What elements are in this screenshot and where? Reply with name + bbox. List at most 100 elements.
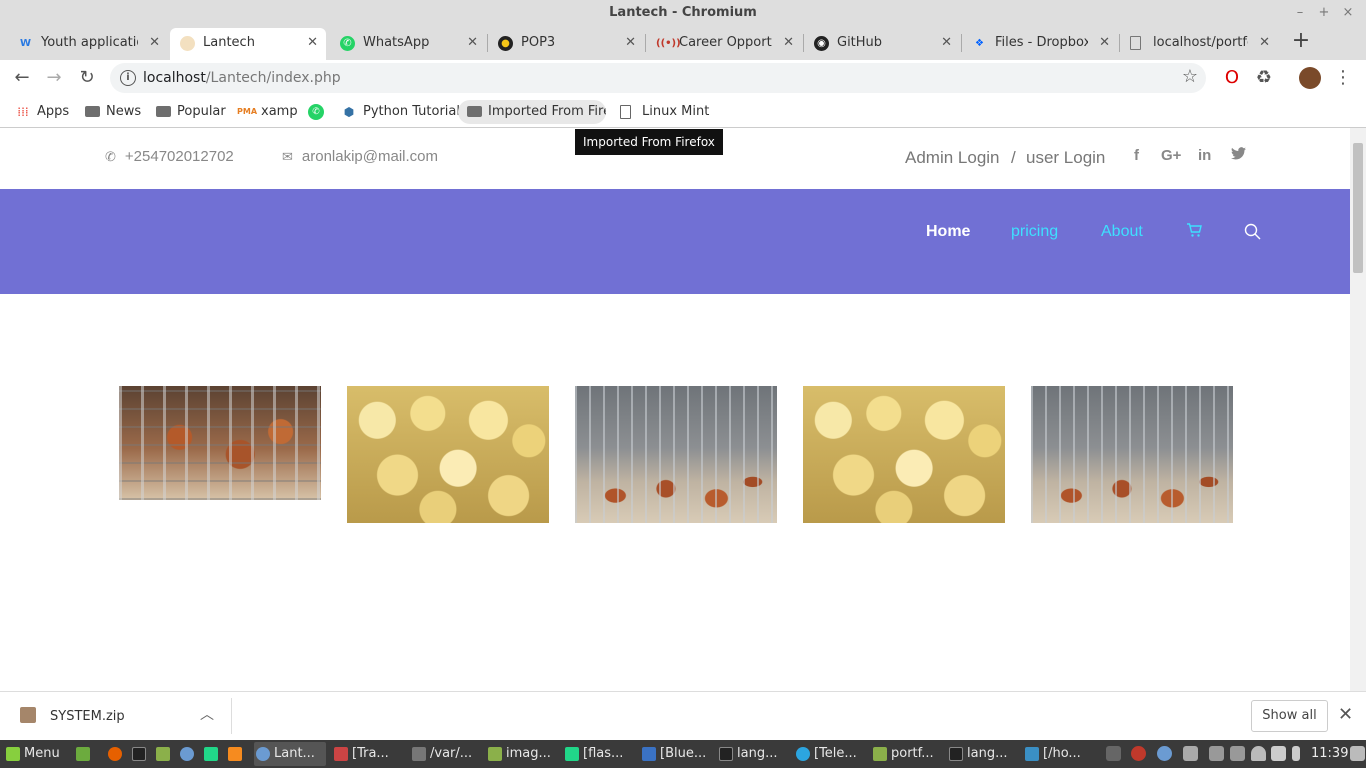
close-tab-icon[interactable]: ✕ xyxy=(625,28,636,58)
whatsapp-icon: ✆ xyxy=(308,104,324,120)
menu-icon[interactable]: ⋮ xyxy=(1331,66,1355,90)
launcher-desktop[interactable] xyxy=(74,742,92,766)
taskbar-window[interactable]: [Tra... xyxy=(332,742,404,766)
scrollbar-thumb[interactable] xyxy=(1353,143,1363,273)
launcher-files[interactable] xyxy=(154,742,172,766)
search-icon[interactable] xyxy=(1244,223,1261,245)
reload-button[interactable]: ↻ xyxy=(75,66,99,90)
close-download-bar-icon[interactable]: ✕ xyxy=(1338,704,1353,725)
bookmark-news[interactable]: News xyxy=(84,100,141,124)
vertical-scrollbar[interactable] xyxy=(1350,128,1366,691)
tab-github[interactable]: ◉ GitHub ✕ xyxy=(804,28,960,60)
taskbar-window[interactable]: lang... xyxy=(947,742,1019,766)
notification-badge-icon[interactable] xyxy=(1131,746,1146,761)
doc-icon xyxy=(620,105,631,119)
user-icon[interactable] xyxy=(1251,746,1266,761)
taskbar-window[interactable]: imag... xyxy=(486,742,558,766)
avatar[interactable] xyxy=(1299,67,1321,89)
bookmark-popular[interactable]: Popular xyxy=(155,100,226,124)
cart-icon[interactable] xyxy=(1186,223,1202,243)
maximize-icon[interactable]: + xyxy=(1314,3,1334,23)
linkedin-icon[interactable]: in xyxy=(1198,147,1211,164)
battery-icon[interactable] xyxy=(1292,746,1300,761)
github-icon: ◉ xyxy=(814,36,829,51)
tray-icon[interactable] xyxy=(1157,746,1172,761)
clock[interactable]: 11:39 xyxy=(1311,740,1348,768)
site-header: Home pricing About xyxy=(0,189,1350,294)
address-bar[interactable]: i localhost/Lantech/index.php ☆ xyxy=(110,63,1206,93)
start-menu-button[interactable]: Menu xyxy=(4,742,60,766)
bluetooth-icon xyxy=(642,747,656,761)
nav-home[interactable]: Home xyxy=(926,223,970,241)
bluetooth-icon[interactable] xyxy=(1209,746,1224,761)
back-button[interactable]: ← xyxy=(10,66,34,90)
new-tab-button[interactable]: + xyxy=(1290,28,1312,54)
recycle-icon[interactable]: ♻ xyxy=(1252,66,1276,90)
taskbar-window[interactable]: [flas... xyxy=(563,742,635,766)
tab-career-opportunities[interactable]: ((•)) Career Opportunities ✕ xyxy=(646,28,802,60)
launcher-chromium[interactable] xyxy=(178,742,196,766)
desktop-icon xyxy=(76,747,90,761)
facebook-icon[interactable]: f xyxy=(1134,147,1139,164)
close-tab-icon[interactable]: ✕ xyxy=(149,28,160,58)
twitter-icon[interactable] xyxy=(1231,147,1246,164)
tray-icon[interactable] xyxy=(1106,746,1121,761)
close-window-icon[interactable]: × xyxy=(1338,3,1358,23)
opera-icon[interactable]: O xyxy=(1220,66,1244,90)
display-icon[interactable] xyxy=(1350,746,1365,761)
minimize-icon[interactable]: – xyxy=(1290,3,1310,23)
admin-login-link[interactable]: Admin Login xyxy=(905,148,1000,168)
tab-files-dropbox[interactable]: ❖ Files - Dropbox ✕ xyxy=(962,28,1118,60)
close-tab-icon[interactable]: ✕ xyxy=(307,28,318,58)
launcher-terminal[interactable] xyxy=(130,742,148,766)
tab-localhost-portfolio[interactable]: localhost/portfolio ✕ xyxy=(1120,28,1278,60)
bookmark-whatsapp[interactable]: ✆ xyxy=(308,100,330,124)
info-icon[interactable]: i xyxy=(120,70,136,86)
close-tab-icon[interactable]: ✕ xyxy=(941,28,952,58)
taskbar-window[interactable]: portf... xyxy=(871,742,943,766)
launcher-firefox[interactable] xyxy=(106,742,124,766)
tab-whatsapp[interactable]: ✆ WhatsApp ✕ xyxy=(330,28,486,60)
os-taskbar: Menu Lant... [Tra... /var/... imag... [f… xyxy=(0,740,1366,768)
forward-button[interactable]: → xyxy=(42,66,66,90)
nav-pricing[interactable]: pricing xyxy=(1011,223,1058,241)
bookmark-python-tutorial[interactable]: ⬢ Python Tutorial xyxy=(341,100,460,124)
tab-pop3[interactable]: ● POP3 ✕ xyxy=(488,28,644,60)
close-tab-icon[interactable]: ✕ xyxy=(1259,28,1270,58)
folder-icon xyxy=(156,747,170,761)
bookmark-imported-from-firefox[interactable]: Imported From Firef xyxy=(458,100,606,124)
taskbar-window-lantech[interactable]: Lant... xyxy=(254,742,326,766)
taskbar-window[interactable]: /var/... xyxy=(410,742,482,766)
tab-lantech[interactable]: Lantech ✕ xyxy=(170,28,326,60)
taskbar-window[interactable]: lang... xyxy=(717,742,789,766)
wifi-icon[interactable] xyxy=(1271,746,1286,761)
taskbar-window[interactable]: [/ho... xyxy=(1023,742,1095,766)
taskbar-window[interactable]: [Tele... xyxy=(794,742,866,766)
launcher-pycharm[interactable] xyxy=(202,742,220,766)
close-tab-icon[interactable]: ✕ xyxy=(783,28,794,58)
terminal-icon xyxy=(132,747,146,761)
shield-icon[interactable] xyxy=(1183,746,1198,761)
folder-icon xyxy=(466,104,482,120)
launcher-sublime[interactable] xyxy=(226,742,244,766)
tooltip: Imported From Firefox xyxy=(575,129,723,155)
taskbar-window-label: [Tele... xyxy=(814,746,857,761)
close-tab-icon[interactable]: ✕ xyxy=(1099,28,1110,58)
nav-about[interactable]: About xyxy=(1101,223,1143,241)
user-login-link[interactable]: user Login xyxy=(1026,148,1105,168)
doc-icon xyxy=(1130,36,1141,50)
url-text[interactable]: localhost/Lantech/index.php xyxy=(143,63,341,93)
tab-youth-applications[interactable]: W Youth applications ✕ xyxy=(8,28,168,60)
bookmark-xamp[interactable]: PMA xamp xyxy=(237,100,298,124)
google-plus-icon[interactable]: G+ xyxy=(1161,147,1181,164)
show-all-button[interactable]: Show all xyxy=(1251,700,1328,732)
chevron-up-icon[interactable]: ︿ xyxy=(200,704,214,724)
close-tab-icon[interactable]: ✕ xyxy=(467,28,478,58)
tray-icon[interactable] xyxy=(1230,746,1245,761)
download-file-name[interactable]: SYSTEM.zip xyxy=(50,709,125,724)
gallery-image-chicks xyxy=(803,386,1005,523)
bookmark-star-icon[interactable]: ☆ xyxy=(1182,66,1198,87)
taskbar-window[interactable]: [Blue... xyxy=(640,742,712,766)
bookmark-apps[interactable]: ⁞⁞⁞ Apps xyxy=(15,100,69,124)
bookmark-linux-mint[interactable]: Linux Mint xyxy=(620,100,709,124)
